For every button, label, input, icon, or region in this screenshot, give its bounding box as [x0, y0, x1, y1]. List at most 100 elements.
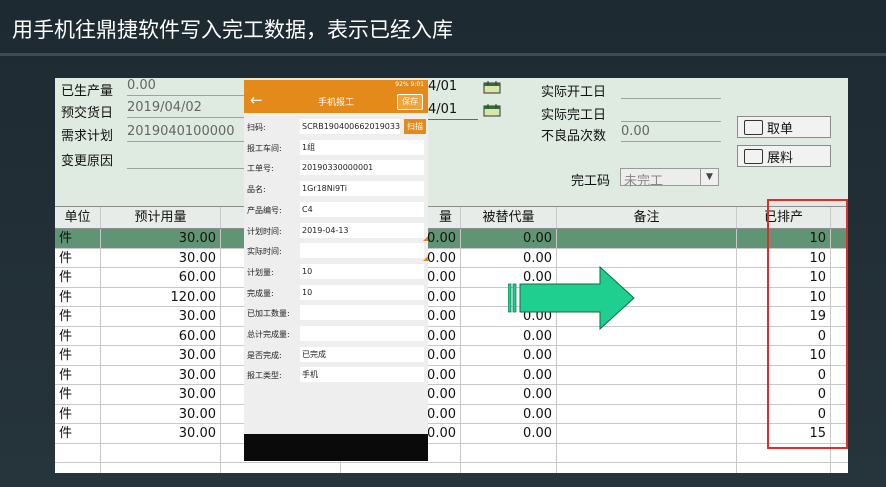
planned-cell[interactable]: 30.00: [101, 404, 221, 423]
remark-cell[interactable]: [557, 365, 737, 384]
demand-plan-value[interactable]: 2019040100000: [127, 124, 235, 139]
remark-cell[interactable]: [557, 385, 737, 404]
substitute-cell[interactable]: 0.00: [461, 346, 557, 365]
field-input[interactable]: 20190330000001: [300, 160, 424, 176]
form-row: 总计完成量:: [244, 324, 428, 344]
unit-cell[interactable]: 件: [55, 326, 101, 345]
planned-cell[interactable]: 60.00: [101, 268, 221, 287]
planned-cell[interactable]: 30.00: [101, 346, 221, 365]
field-label: 工单号:: [247, 164, 274, 174]
field-input[interactable]: 2019-04-13: [300, 222, 424, 238]
table-row[interactable]: 件 30.00 0.00 0.00 10: [55, 248, 848, 268]
form-row: 产品编号: C4: [244, 200, 428, 220]
planned-cell[interactable]: 30.00: [101, 248, 221, 267]
table-row[interactable]: 件 30.00 0.00 0.00 15: [55, 424, 848, 444]
unit-cell[interactable]: 件: [55, 385, 101, 404]
table-row[interactable]: 件 60.00 0.00 0.00 0: [55, 326, 848, 346]
field-input[interactable]: [300, 305, 424, 321]
field-input[interactable]: [300, 243, 424, 259]
remark-cell[interactable]: [557, 346, 737, 365]
table-row[interactable]: 件 30.00 0.00 0.00 0: [55, 404, 848, 424]
col-remark[interactable]: 备注: [557, 207, 737, 228]
table-row[interactable]: 件 30.00 0.00 0.00 10: [55, 229, 848, 249]
planned-cell[interactable]: 30.00: [101, 365, 221, 384]
change-reason-label: 变更原因: [61, 154, 114, 169]
field-input[interactable]: 10: [300, 263, 424, 279]
table-row[interactable]: 件 30.00 0.00 0.00 19: [55, 307, 848, 327]
produced-value[interactable]: 0.00: [127, 78, 156, 93]
field-input[interactable]: SCRB1904006620190330001: [300, 119, 400, 134]
col-substitute[interactable]: 被替代量: [461, 207, 557, 228]
field-input[interactable]: 10: [300, 284, 424, 300]
unit-cell[interactable]: 件: [55, 229, 101, 248]
empty-cell: [461, 463, 557, 473]
field-label: 产品编号:: [247, 205, 282, 215]
unit-cell[interactable]: 件: [55, 248, 101, 267]
planned-cell[interactable]: 30.00: [101, 385, 221, 404]
actual-start-label: 实际开工日: [541, 85, 607, 100]
unit-cell[interactable]: 件: [55, 424, 101, 443]
form-row: 品名: 1Gr18Ni9Ti: [244, 179, 428, 199]
scan-button[interactable]: 扫描: [404, 119, 426, 134]
planned-cell[interactable]: 120.00: [101, 287, 221, 306]
table-row[interactable]: 件 30.00 0.00 0.00 10: [55, 346, 848, 366]
chevron-down-icon[interactable]: ▼: [700, 169, 718, 185]
date-field-2[interactable]: 4/01: [428, 102, 457, 117]
empty-cell: [557, 443, 737, 462]
calendar-icon[interactable]: [483, 103, 501, 117]
substitute-cell[interactable]: 0.00: [461, 404, 557, 423]
unit-cell[interactable]: 件: [55, 346, 101, 365]
dropdown-corner-icon[interactable]: [423, 235, 428, 241]
field-input[interactable]: 1Gr18Ni9Ti: [300, 181, 424, 197]
empty-cell: [101, 443, 221, 462]
table-row[interactable]: 件 30.00 0.00 0.00 0: [55, 385, 848, 405]
field-input[interactable]: 1组: [300, 139, 424, 155]
field-input[interactable]: [300, 326, 424, 341]
grid-header: 单位 预计用量 量 被替代量 备注 已排产: [55, 207, 848, 229]
empty-cell: [557, 463, 737, 473]
field-label: 计划量:: [247, 267, 274, 277]
col-planned-usage[interactable]: 预计用量: [101, 207, 221, 228]
demand-plan-label: 需求计划: [61, 129, 114, 144]
field-input[interactable]: 手机: [300, 367, 424, 383]
substitute-cell[interactable]: 0.00: [461, 229, 557, 248]
defect-count-value[interactable]: 0.00: [621, 124, 650, 139]
fetch-order-button[interactable]: 取单: [737, 116, 831, 138]
unit-cell[interactable]: 件: [55, 307, 101, 326]
nav-bar: [244, 434, 428, 461]
remark-cell[interactable]: [557, 424, 737, 443]
produced-label: 已生产量: [61, 84, 114, 99]
planned-cell[interactable]: 30.00: [101, 424, 221, 443]
unit-cell[interactable]: 件: [55, 287, 101, 306]
dropdown-corner-icon[interactable]: [423, 256, 428, 262]
remark-cell[interactable]: [557, 404, 737, 423]
form-row: 完成量: 10: [244, 283, 428, 303]
form-row: 是否完成: 已完成: [244, 345, 428, 365]
substitute-cell[interactable]: 0.00: [461, 385, 557, 404]
field-label: 扫码:: [247, 123, 266, 132]
save-button[interactable]: 保存: [397, 94, 423, 110]
substitute-cell[interactable]: 0.00: [461, 424, 557, 443]
remark-cell[interactable]: [557, 229, 737, 248]
finish-code-select[interactable]: 未完工 ▼: [620, 168, 719, 189]
unit-cell[interactable]: 件: [55, 365, 101, 384]
empty-cell: [101, 463, 221, 473]
calendar-icon[interactable]: [483, 80, 501, 94]
col-unit[interactable]: 单位: [55, 207, 101, 228]
unit-cell[interactable]: 件: [55, 404, 101, 423]
table-row[interactable]: 件 60.00 0.00 0.00 10: [55, 268, 848, 288]
empty-row: [55, 463, 848, 473]
table-row[interactable]: 件120.000.000.0010: [55, 287, 848, 307]
field-input[interactable]: C4: [300, 201, 424, 217]
planned-cell[interactable]: 30.00: [101, 307, 221, 326]
field-input[interactable]: 已完成: [300, 346, 424, 362]
substitute-cell[interactable]: 0.00: [461, 365, 557, 384]
table-row[interactable]: 件 30.00 0.00 0.00 0: [55, 365, 848, 385]
planned-cell[interactable]: 60.00: [101, 326, 221, 345]
work-order-form: 已生产量 0.00 预交货日 2019/04/02 需求计划 201904010…: [55, 78, 848, 206]
planned-cell[interactable]: 30.00: [101, 229, 221, 248]
expand-material-button[interactable]: 展料: [737, 145, 831, 167]
unit-cell[interactable]: 件: [55, 268, 101, 287]
due-date-value[interactable]: 2019/04/02: [127, 100, 202, 115]
date-field-1[interactable]: 4/01: [428, 79, 457, 94]
